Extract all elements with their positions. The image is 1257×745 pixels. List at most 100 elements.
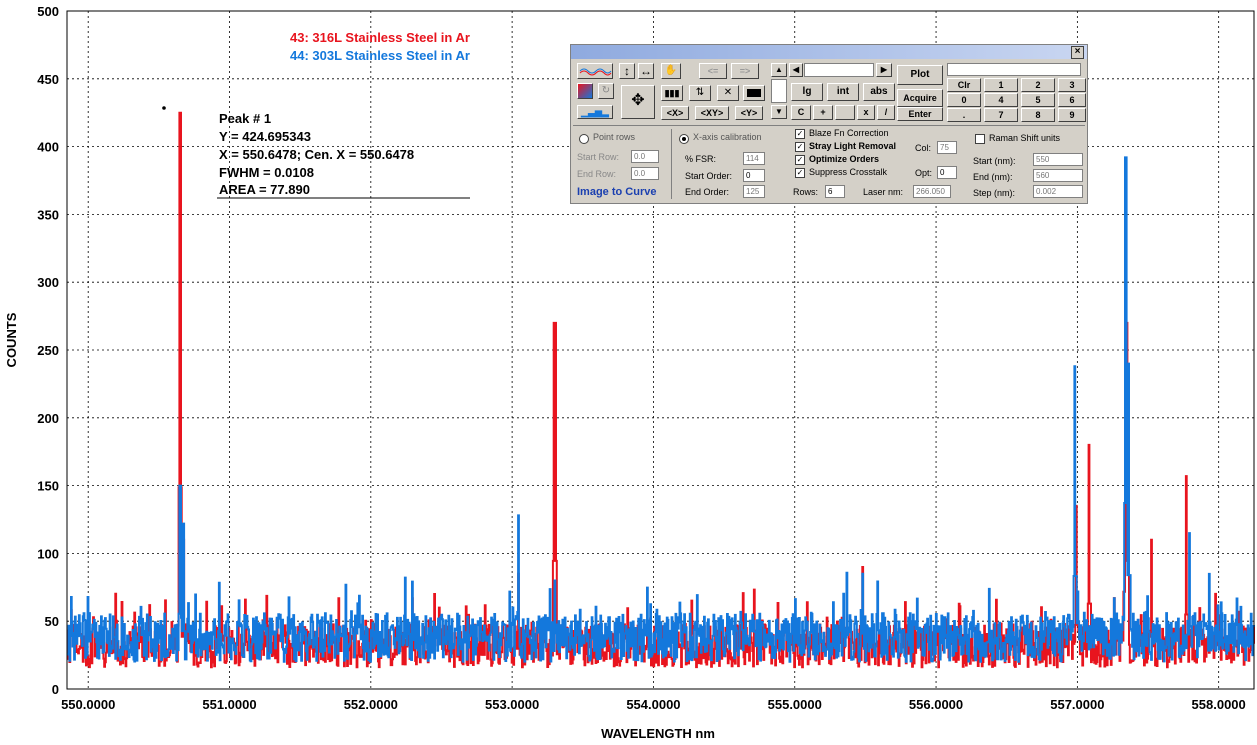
- point-rows-label: Point rows: [593, 132, 636, 142]
- top-input[interactable]: [947, 63, 1081, 76]
- enter-button[interactable]: Enter: [897, 107, 943, 121]
- y-tick-label: 300: [37, 275, 59, 290]
- peak-line-3: X = 550.6478; Cen. X = 550.6478: [219, 147, 414, 162]
- end-order-input[interactable]: 125: [743, 185, 765, 198]
- key-9[interactable]: 9: [1058, 108, 1086, 122]
- laser-input[interactable]: 266.050: [913, 185, 951, 198]
- raman-checkbox[interactable]: [975, 134, 985, 144]
- y-tick-label: 100: [37, 546, 59, 561]
- x-tick-label: 555.0000: [768, 697, 822, 712]
- y-tick-label: 50: [45, 614, 59, 629]
- y-tick-label: 250: [37, 343, 59, 358]
- y-tick-label: 500: [37, 4, 59, 19]
- x-tick-labels: 550.0000 551.0000 552.0000 553.0000 554.0000…: [61, 697, 1246, 712]
- stack-icon[interactable]: ⇅: [689, 85, 711, 101]
- key-2[interactable]: 2: [1021, 78, 1055, 92]
- step-nm-input[interactable]: 0.002: [1033, 185, 1083, 198]
- zoom-x-button[interactable]: <X>: [661, 106, 689, 120]
- end-row-input[interactable]: 0.0: [631, 167, 659, 180]
- xaxis-calibration-radio[interactable]: [679, 134, 689, 144]
- end-nm-label: End (nm):: [973, 172, 1013, 182]
- raman-label: Raman Shift units: [989, 133, 1061, 143]
- refresh-icon[interactable]: ↻: [598, 83, 614, 99]
- x-tick-label: 554.0000: [626, 697, 680, 712]
- x-tick-label: 557.0000: [1050, 697, 1104, 712]
- control-panel: × ↕ ↔ ✋ <= => ▲ ◀ ▶ Plot ↻ ✥ ▮▮▮ ⇅ ✕ ▁▃▅…: [570, 44, 1088, 204]
- peak-marker: [162, 106, 166, 110]
- optimize-orders-label: Optimize Orders: [809, 154, 880, 164]
- blank-op-button[interactable]: [835, 105, 855, 120]
- key-4[interactable]: 4: [984, 93, 1018, 107]
- stray-light-checkbox[interactable]: ✓: [795, 142, 805, 152]
- step-nm-label: Step (nm):: [973, 188, 1016, 198]
- shrink-icon[interactable]: ✕: [717, 85, 739, 101]
- zoom-y-button[interactable]: <Y>: [735, 106, 763, 120]
- start-nm-input[interactable]: 550: [1033, 153, 1083, 166]
- back-button[interactable]: <=: [699, 63, 727, 79]
- y-tick-label: 150: [37, 479, 59, 494]
- panel-separator: [573, 125, 1085, 126]
- key-8[interactable]: 8: [1021, 108, 1055, 122]
- image-to-curve-link[interactable]: Image to Curve: [577, 186, 656, 198]
- key-clr[interactable]: Clr: [947, 78, 981, 92]
- series-line-2: [66, 156, 1255, 663]
- plus-button[interactable]: +: [813, 105, 833, 120]
- vertical-resize-icon[interactable]: ↕: [619, 63, 635, 79]
- blaze-checkbox[interactable]: ✓: [795, 129, 805, 139]
- key-0[interactable]: 0: [947, 93, 981, 107]
- c-button[interactable]: C: [791, 105, 811, 120]
- image-icon[interactable]: [577, 83, 593, 99]
- key-5[interactable]: 5: [1021, 93, 1055, 107]
- x-tick-label: 551.0000: [202, 697, 256, 712]
- rows-input[interactable]: 6: [825, 185, 845, 198]
- stray-light-label: Stray Light Removal: [809, 141, 897, 151]
- y-tick-label: 450: [37, 72, 59, 87]
- key-6[interactable]: 6: [1058, 93, 1086, 107]
- vertical-scroll-track[interactable]: [771, 79, 787, 103]
- y-tick-label: 350: [37, 207, 59, 222]
- horizontal-resize-icon[interactable]: ↔: [638, 63, 654, 79]
- multiply-button[interactable]: x: [857, 105, 875, 120]
- key-1[interactable]: 1: [984, 78, 1018, 92]
- acquire-button[interactable]: Acquire: [897, 89, 943, 107]
- optimize-orders-checkbox[interactable]: ✓: [795, 155, 805, 165]
- pct-fsr-input[interactable]: 114: [743, 152, 765, 165]
- key-3[interactable]: 3: [1058, 78, 1086, 92]
- spectrum-view-icon[interactable]: [577, 63, 613, 79]
- end-row-label: End Row:: [577, 169, 617, 179]
- scroll-track[interactable]: [804, 63, 874, 77]
- forward-button[interactable]: =>: [731, 63, 759, 79]
- suppress-crosstalk-checkbox[interactable]: ✓: [795, 168, 805, 178]
- move-cursor-icon[interactable]: ✥: [621, 85, 655, 119]
- scroll-up-button[interactable]: ▲: [771, 63, 787, 77]
- bar-chart-icon[interactable]: ▮▮▮: [661, 85, 683, 101]
- divide-button[interactable]: /: [877, 105, 895, 120]
- scroll-left-button[interactable]: ◀: [789, 63, 803, 77]
- key-7[interactable]: 7: [984, 108, 1018, 122]
- start-order-input[interactable]: 0: [743, 169, 765, 182]
- close-button[interactable]: ×: [1071, 46, 1084, 59]
- peak-line-2: Y = 424.695343: [219, 129, 311, 144]
- pan-hand-icon[interactable]: ✋: [661, 63, 681, 79]
- fill-icon[interactable]: [743, 85, 765, 101]
- zoom-xy-button[interactable]: <XY>: [695, 106, 729, 120]
- peak-line-1: Peak # 1: [219, 111, 271, 126]
- col-input[interactable]: 75: [937, 141, 957, 154]
- start-row-label: Start Row:: [577, 152, 620, 162]
- y-tick-label: 0: [52, 682, 59, 697]
- panel-titlebar[interactable]: [571, 45, 1087, 59]
- point-rows-radio[interactable]: [579, 134, 589, 144]
- lg-button[interactable]: lg: [791, 83, 823, 101]
- plot-button[interactable]: Plot: [897, 65, 943, 85]
- scroll-right-button[interactable]: ▶: [876, 63, 892, 77]
- abs-button[interactable]: abs: [863, 83, 895, 101]
- key-dot[interactable]: .: [947, 108, 981, 122]
- histogram-icon[interactable]: ▁▃▅▂: [577, 105, 613, 119]
- end-nm-input[interactable]: 560: [1033, 169, 1083, 182]
- scroll-down-button[interactable]: ▼: [771, 105, 787, 119]
- peak-line-4: FWHM = 0.0108: [219, 165, 314, 180]
- start-row-input[interactable]: 0.0: [631, 150, 659, 163]
- int-button[interactable]: int: [827, 83, 859, 101]
- peak-line-5: AREA = 77.890: [219, 182, 310, 197]
- opt-input[interactable]: 0: [937, 166, 957, 179]
